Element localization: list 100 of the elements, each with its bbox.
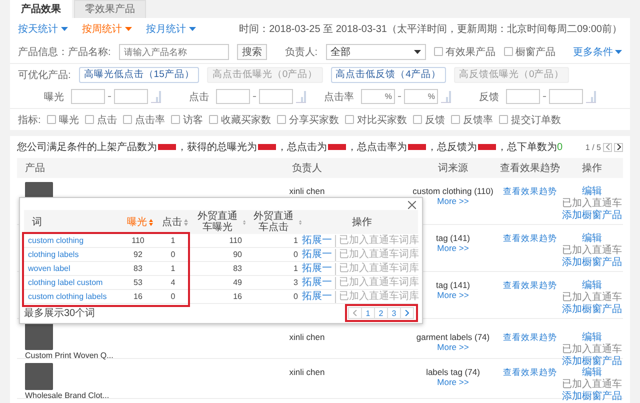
trend-link[interactable]: 查看效果趋势: [499, 182, 561, 198]
filter-option-button[interactable]: 高点击低反馈（4产品）: [330, 66, 446, 82]
checkbox[interactable]: [84, 115, 94, 124]
range-field[interactable]: [71, 89, 105, 104]
trend-link[interactable]: 查看效果趋势: [499, 276, 561, 292]
trend-link[interactable]: 查看效果趋势: [499, 323, 561, 344]
checkbox-label: 提交订单数: [510, 114, 561, 126]
table-cell-text: 110: [130, 236, 146, 245]
checkbox-label: 橱窗产品: [516, 46, 556, 58]
range-field[interactable]: [549, 89, 583, 104]
checkbox[interactable]: [122, 115, 132, 124]
status-text: 已加入直通车: [562, 245, 622, 256]
next-page-button[interactable]: [614, 142, 623, 152]
action-link[interactable]: 编辑: [582, 280, 602, 292]
checkbox-label: 反馈: [424, 114, 445, 126]
filter-option-button[interactable]: 高曝光低点击（15产品）: [78, 66, 200, 82]
column-header: 词: [31, 216, 42, 228]
keyword-source: tag (141): [436, 233, 470, 243]
page-button[interactable]: 3: [387, 307, 401, 319]
checkbox-label: 曝光: [58, 114, 79, 126]
action-link[interactable]: 添加橱窗产品: [562, 257, 622, 269]
status-text: 已加入直通车词库: [335, 276, 419, 288]
product-photo: [25, 323, 53, 350]
keyword-link[interactable]: woven label: [24, 264, 120, 273]
action-link[interactable]: 添加橱窗产品: [562, 391, 622, 403]
range-field[interactable]: %: [404, 89, 438, 104]
owner-label: 负责人:: [284, 46, 318, 58]
search-button[interactable]: 搜索: [236, 44, 267, 60]
product-info-label: 产品信息：产品名称:: [18, 46, 111, 58]
expand-link[interactable]: 拓展一: [302, 290, 332, 302]
summary-text: ，总点击率为: [347, 140, 407, 154]
expand-link[interactable]: 拓展一: [302, 262, 332, 274]
range-field[interactable]: [506, 89, 540, 104]
trend-link[interactable]: 查看效果趋势: [499, 363, 561, 379]
more-link[interactable]: More >>: [437, 196, 469, 206]
page-indicator: 1 / 5: [585, 142, 601, 152]
summary-text: ，总下单数为: [497, 140, 557, 154]
expand-link[interactable]: 拓展一: [302, 248, 332, 260]
range-field[interactable]: [114, 89, 148, 104]
product-name-field[interactable]: 请输入产品名称: [118, 44, 229, 60]
action-link[interactable]: 添加橱窗产品: [562, 304, 622, 316]
product-name[interactable]: Custom Print Woven Q...: [25, 351, 207, 360]
more-conditions-link[interactable]: 更多条件: [573, 44, 622, 58]
more-link[interactable]: More >>: [437, 377, 469, 387]
tab[interactable]: 产品效果: [10, 0, 72, 18]
period-dropdown[interactable]: 按天统计: [18, 22, 68, 36]
table-cell-text: 90: [232, 250, 243, 259]
range-field[interactable]: %: [361, 89, 395, 104]
close-icon: [408, 201, 416, 209]
table-cell-text: 92: [132, 250, 144, 259]
close-button[interactable]: [408, 201, 418, 211]
action-link[interactable]: 添加橱窗产品: [562, 210, 622, 222]
more-link[interactable]: More >>: [437, 290, 469, 300]
action-link[interactable]: 添加橱窗产品: [562, 356, 622, 368]
checkbox[interactable]: [46, 115, 56, 124]
checkbox[interactable]: [344, 115, 354, 124]
more-link[interactable]: More >>: [437, 342, 469, 352]
checkbox[interactable]: [170, 115, 180, 124]
checkbox[interactable]: [498, 115, 508, 124]
caret-icon: [615, 50, 622, 54]
previous-page-button[interactable]: [348, 307, 362, 319]
checkbox[interactable]: [504, 47, 513, 56]
action-link[interactable]: 编辑: [582, 233, 602, 245]
range-field[interactable]: [259, 89, 293, 104]
bar-chart-icon: [586, 90, 596, 102]
range-label: 反馈: [478, 90, 499, 104]
checkbox[interactable]: [276, 115, 286, 124]
action-link[interactable]: 编辑: [582, 332, 602, 344]
keyword-link[interactable]: custom clothing: [24, 236, 120, 245]
tab[interactable]: 零效果产品: [74, 0, 146, 18]
product-photo: [25, 363, 53, 390]
table-cell-text: 3: [292, 278, 299, 287]
table-cell-text: 1: [292, 236, 299, 245]
keyword-source: custom clothing (110): [412, 186, 494, 196]
keyword-link[interactable]: custom clothing labels: [24, 292, 120, 301]
checkbox[interactable]: [450, 115, 460, 124]
keyword-link[interactable]: clothing labels: [24, 250, 120, 259]
period-dropdown[interactable]: 按周统计: [82, 22, 132, 36]
more-link[interactable]: More >>: [437, 243, 469, 253]
action-link[interactable]: 编辑: [582, 186, 602, 198]
checkbox[interactable]: [208, 115, 218, 124]
product-name[interactable]: Wholesale Brand Clot...: [25, 391, 207, 400]
caret-icon: [61, 27, 68, 31]
trend-link[interactable]: 查看效果趋势: [499, 229, 561, 245]
status-text: 已加入直通车: [562, 344, 622, 356]
table-cell-text: 1: [292, 264, 299, 273]
page-button[interactable]: 1: [361, 307, 375, 319]
period-dropdown[interactable]: 按月统计: [146, 22, 196, 36]
status-text: 已加入直通车: [562, 379, 622, 390]
keyword-source: garment labels (74): [416, 332, 490, 342]
checkbox[interactable]: [412, 115, 422, 124]
range-field[interactable]: [216, 89, 250, 104]
expand-link[interactable]: 拓展一: [302, 234, 332, 246]
keyword-link[interactable]: clothing label custom: [24, 278, 120, 287]
checkbox[interactable]: [434, 47, 443, 56]
column-header: 点击: [161, 216, 182, 228]
page-button[interactable]: 2: [374, 307, 388, 319]
expand-link[interactable]: 拓展一: [302, 276, 332, 288]
owner-select[interactable]: 全部: [326, 44, 426, 60]
action-link[interactable]: 编辑: [582, 367, 602, 379]
